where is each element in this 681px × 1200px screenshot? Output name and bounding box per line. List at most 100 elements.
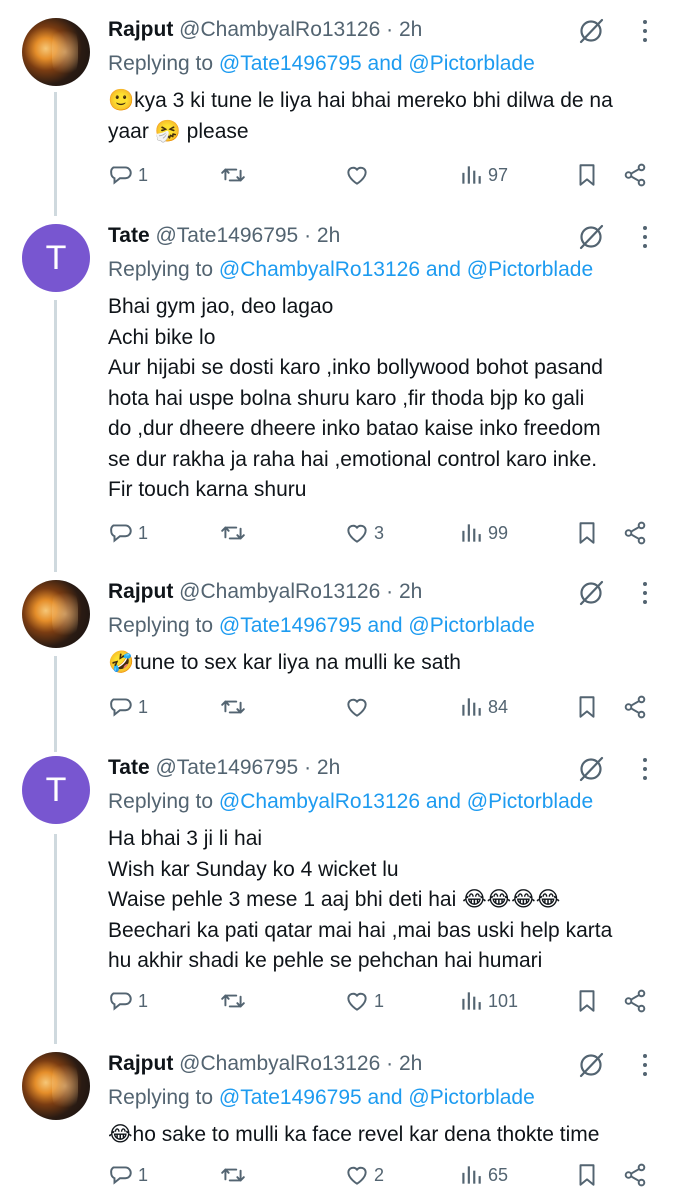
bookmark-button[interactable] <box>574 520 600 546</box>
grok-icon[interactable] <box>576 578 606 608</box>
like-button[interactable]: 3 <box>344 520 384 546</box>
like-button[interactable] <box>344 694 370 720</box>
display-name[interactable]: Tate <box>108 224 150 247</box>
views-count: 97 <box>488 164 509 185</box>
mention-link[interactable]: @Tate1496795 <box>219 614 362 637</box>
like-count: 3 <box>374 522 385 543</box>
views-icon <box>458 694 484 720</box>
repost-button[interactable] <box>220 988 246 1014</box>
bookmark-button[interactable] <box>574 694 600 720</box>
share-button[interactable] <box>622 162 648 188</box>
like-button[interactable] <box>344 162 370 188</box>
heart-icon <box>344 1162 370 1188</box>
more-icon[interactable] <box>640 226 650 252</box>
display-name[interactable]: Rajput <box>108 18 173 41</box>
timestamp[interactable]: 2h <box>317 224 340 247</box>
mention-link[interactable]: @Pictorblade <box>467 258 593 281</box>
tweet-text-line: do ,dur dheere dheere inko batao kaise i… <box>108 417 601 440</box>
display-name[interactable]: Rajput <box>108 1052 173 1075</box>
tweet[interactable]: Rajput @ChambyalRo13126 · 2h Replying to… <box>0 0 681 202</box>
repost-button[interactable] <box>220 1162 246 1188</box>
reply-button[interactable]: 1 <box>108 1162 148 1188</box>
timestamp[interactable]: 2h <box>317 756 340 779</box>
bookmark-icon <box>574 1162 600 1188</box>
share-button[interactable] <box>622 988 648 1014</box>
repost-button[interactable] <box>220 520 246 546</box>
views-button[interactable]: 99 <box>458 520 508 546</box>
tweet[interactable]: T Tate @Tate1496795 · 2h Replying to @Ch… <box>0 738 681 1028</box>
heart-icon <box>344 988 370 1014</box>
bookmark-button[interactable] <box>574 988 600 1014</box>
tweet-text-line: 😂ho sake to mulli ka face revel kar dena… <box>108 1123 600 1146</box>
like-button[interactable]: 1 <box>344 988 384 1014</box>
tweet[interactable]: T Tate @Tate1496795 · 2h Replying to @Ch… <box>0 206 681 560</box>
replying-prefix: Replying to <box>108 1086 214 1109</box>
more-icon[interactable] <box>640 20 650 46</box>
grok-icon[interactable] <box>576 16 606 46</box>
grok-icon[interactable] <box>576 754 606 784</box>
reply-icon <box>108 694 134 720</box>
user-handle[interactable]: @ChambyalRo13126 <box>179 1052 380 1075</box>
share-button[interactable] <box>622 520 648 546</box>
reply-button[interactable]: 1 <box>108 162 148 188</box>
avatar[interactable] <box>22 18 90 86</box>
tweet-text-line: 🙂kya 3 ki tune le liya hai bhai mereko b… <box>108 89 613 112</box>
views-button[interactable]: 84 <box>458 694 508 720</box>
display-name[interactable]: Tate <box>108 756 150 779</box>
more-icon[interactable] <box>640 758 650 784</box>
avatar[interactable]: T <box>22 224 90 292</box>
views-button[interactable]: 65 <box>458 1162 508 1188</box>
mention-link[interactable]: @ChambyalRo13126 <box>219 790 420 813</box>
mention-link[interactable]: @Pictorblade <box>467 790 593 813</box>
mention-link[interactable]: @Tate1496795 <box>219 52 362 75</box>
timestamp[interactable]: 2h <box>399 1052 422 1075</box>
repost-button[interactable] <box>220 162 246 188</box>
mention-conjunction: and <box>367 614 403 637</box>
grok-icon[interactable] <box>576 1050 606 1080</box>
tweet-text: Ha bhai 3 ji li hai Wish kar Sunday ko 4 … <box>108 824 668 977</box>
mention-conjunction: and <box>425 790 461 813</box>
reply-button[interactable]: 1 <box>108 694 148 720</box>
views-button[interactable]: 97 <box>458 162 508 188</box>
avatar[interactable] <box>22 1052 90 1120</box>
bookmark-button[interactable] <box>574 162 600 188</box>
timestamp[interactable]: 2h <box>399 18 422 41</box>
mention-link[interactable]: @Pictorblade <box>408 1086 534 1109</box>
user-handle[interactable]: @ChambyalRo13126 <box>179 18 380 41</box>
tweet[interactable]: Rajput @ChambyalRo13126 · 2h Replying to… <box>0 1034 681 1200</box>
bookmark-button[interactable] <box>574 1162 600 1188</box>
timestamp[interactable]: 2h <box>399 580 422 603</box>
avatar[interactable]: T <box>22 756 90 824</box>
user-handle[interactable]: @Tate1496795 <box>155 756 298 779</box>
separator-dot: · <box>304 756 312 779</box>
avatar[interactable] <box>22 580 90 648</box>
tweet-text-line: Beechari ka pati qatar mai hai ,mai bas … <box>108 918 613 942</box>
like-button[interactable]: 2 <box>344 1162 384 1188</box>
grok-icon[interactable] <box>576 222 606 252</box>
tweet-text-line: Achi bike lo <box>108 325 216 349</box>
reply-button[interactable]: 1 <box>108 520 148 546</box>
repost-button[interactable] <box>220 694 246 720</box>
more-icon[interactable] <box>640 1054 650 1080</box>
views-button[interactable]: 101 <box>458 988 518 1014</box>
tweet-text-line: hu akhir shadi ke pehle se pehchan hai h… <box>108 949 543 972</box>
mention-link[interactable]: @Pictorblade <box>408 614 534 637</box>
tweet[interactable]: Rajput @ChambyalRo13126 · 2h Replying to… <box>0 562 681 734</box>
share-button[interactable] <box>622 694 648 720</box>
views-icon <box>458 520 484 546</box>
mention-link[interactable]: @Pictorblade <box>408 52 534 75</box>
more-icon[interactable] <box>640 582 650 608</box>
replying-to: Replying to @Tate1496795 and @Pictorblad… <box>108 1086 535 1110</box>
views-count: 65 <box>488 1164 509 1185</box>
separator-dot: · <box>386 580 394 603</box>
user-handle[interactable]: @Tate1496795 <box>155 224 298 247</box>
reply-button[interactable]: 1 <box>108 988 148 1014</box>
user-handle[interactable]: @ChambyalRo13126 <box>179 580 380 603</box>
bookmark-icon <box>574 988 600 1014</box>
share-button[interactable] <box>622 1162 648 1188</box>
views-count: 101 <box>488 990 519 1011</box>
mention-link[interactable]: @Tate1496795 <box>219 1086 362 1109</box>
mention-link[interactable]: @ChambyalRo13126 <box>219 258 420 281</box>
reply-icon <box>108 988 134 1014</box>
display-name[interactable]: Rajput <box>108 580 173 603</box>
